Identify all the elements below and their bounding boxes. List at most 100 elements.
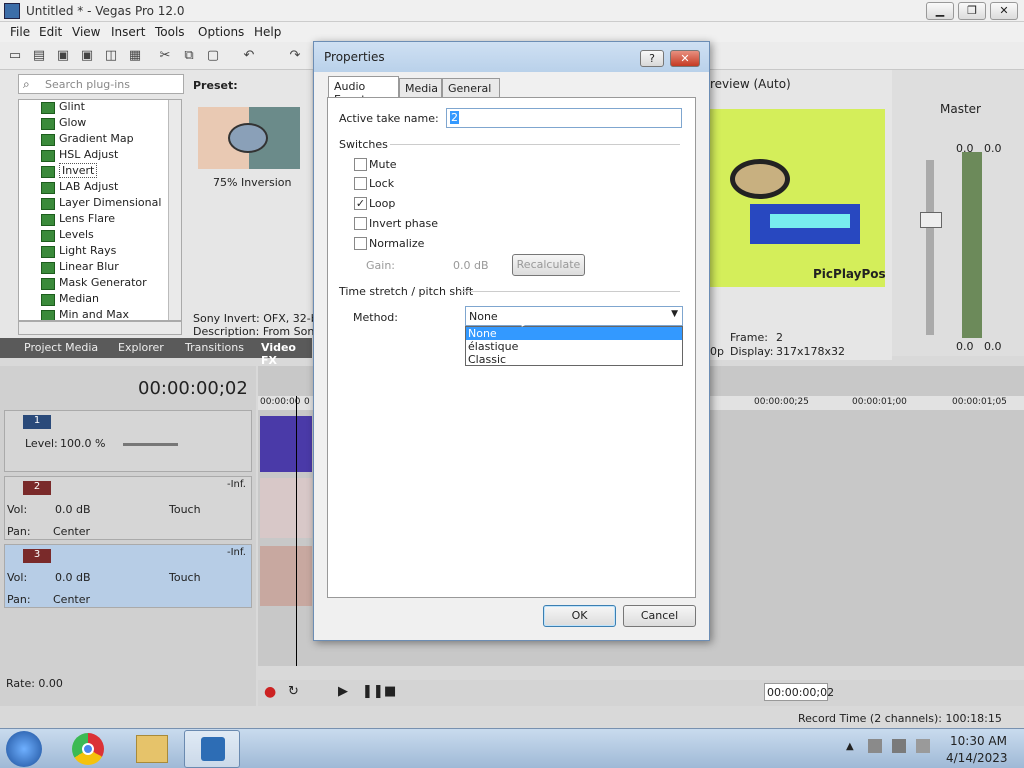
list-item[interactable]: Levels	[41, 228, 94, 244]
list-item[interactable]: Median	[41, 292, 99, 308]
audio-track-3[interactable]: 3 Vol: 0.0 dB Pan: Center Touch -Inf.	[4, 544, 252, 608]
ok-button[interactable]: OK	[543, 605, 616, 627]
preset-label: Preset:	[193, 79, 238, 92]
new-icon[interactable]: ▭	[6, 47, 24, 65]
copy-icon[interactable]: ⧉	[180, 47, 198, 65]
clock-date[interactable]: 4/14/2023	[946, 751, 1008, 765]
vegas-taskbar-button[interactable]	[184, 730, 240, 768]
network-icon[interactable]	[892, 739, 906, 753]
cut-icon[interactable]: ✂	[156, 47, 174, 65]
clock-time[interactable]: 10:30 AM	[950, 734, 1007, 748]
playhead[interactable]	[296, 396, 297, 666]
tab-transitions[interactable]: Transitions	[185, 341, 244, 354]
minimize-button[interactable]: ▁	[926, 2, 954, 20]
audio-clip[interactable]	[260, 546, 312, 606]
menu-tools[interactable]: Tools	[155, 25, 185, 39]
dropdown-option-none[interactable]: None	[466, 327, 682, 340]
dialog-close-button[interactable]: ✕	[670, 50, 700, 67]
plugin-hscrollbar[interactable]	[18, 321, 182, 335]
list-item[interactable]: Light Rays	[41, 244, 116, 260]
list-item[interactable]: Gradient Map	[41, 132, 134, 148]
audio-track-2[interactable]: 2 Vol: 0.0 dB Pan: Center Touch -Inf.	[4, 476, 252, 540]
automation-mode[interactable]: Touch	[169, 571, 201, 584]
list-item[interactable]: Linear Blur	[41, 260, 119, 276]
chrome-icon[interactable]	[72, 733, 104, 765]
vegas-app-icon	[4, 3, 20, 19]
show-hidden-icons[interactable]: ▲	[846, 741, 854, 752]
method-selected-value: None	[469, 310, 498, 323]
list-item-selected[interactable]: Invert	[41, 163, 98, 180]
take-name-input[interactable]: 2	[446, 108, 682, 128]
preview-quality[interactable]: review (Auto)	[710, 77, 791, 91]
volume-icon[interactable]	[916, 739, 930, 753]
dropdown-option-elastique[interactable]: élastique	[466, 340, 682, 353]
tab-audio-event[interactable]: Audio Event	[328, 76, 399, 106]
record-icon[interactable]: ●	[264, 684, 276, 700]
plugin-list[interactable]: Glint Glow Gradient Map HSL Adjust Inver…	[18, 99, 182, 321]
video-clip[interactable]	[260, 416, 312, 472]
menu-help[interactable]: Help	[254, 25, 281, 39]
tab-video-fx[interactable]: Video FX	[261, 341, 312, 367]
level-slider[interactable]	[123, 443, 178, 446]
audio-clip[interactable]	[260, 478, 312, 538]
loop-icon[interactable]: ↻	[288, 684, 299, 699]
recalculate-button[interactable]: Recalculate	[512, 254, 585, 276]
display-value: 317x178x32	[776, 345, 846, 358]
maximize-button[interactable]: ❐	[958, 2, 986, 20]
lock-checkbox[interactable]	[354, 177, 367, 190]
close-window-button[interactable]: ✕	[990, 2, 1018, 20]
take-name-label: Active take name:	[339, 112, 439, 125]
plugin-icon	[41, 278, 55, 290]
list-item[interactable]: LAB Adjust	[41, 180, 118, 196]
invert-phase-checkbox[interactable]	[354, 217, 367, 230]
video-track-1[interactable]: 1 Level: 100.0 %	[4, 410, 252, 472]
plugin-list-scrollbar[interactable]	[168, 100, 181, 320]
menu-edit[interactable]: Edit	[39, 25, 62, 39]
redo-icon[interactable]: ↷	[286, 47, 304, 65]
list-item[interactable]: Glow	[41, 116, 86, 132]
normalize-checkbox[interactable]	[354, 237, 367, 250]
preview-p: 0p	[710, 345, 724, 358]
list-item[interactable]: Min and Max	[41, 308, 129, 320]
master-fader[interactable]	[920, 212, 942, 228]
action-center-icon[interactable]	[868, 739, 882, 753]
mute-checkbox[interactable]	[354, 158, 367, 171]
tab-project-media[interactable]: Project Media	[24, 341, 98, 354]
properties-icon[interactable]: ▦	[126, 47, 144, 65]
tab-explorer[interactable]: Explorer	[118, 341, 164, 354]
open-icon[interactable]: ▤	[30, 47, 48, 65]
list-item[interactable]: Lens Flare	[41, 212, 115, 228]
method-select[interactable]: None ▼	[465, 306, 683, 326]
undo-icon[interactable]: ↶	[240, 47, 258, 65]
menu-file[interactable]: File	[10, 25, 30, 39]
stop-icon[interactable]: ■	[384, 684, 396, 699]
list-item[interactable]: Mask Generator	[41, 276, 147, 292]
cancel-button[interactable]: Cancel	[623, 605, 696, 627]
transport-timecode[interactable]: 00:00:00;02	[764, 683, 834, 701]
save-as-icon[interactable]: ▣	[78, 47, 96, 65]
loop-checkbox[interactable]: ✓	[354, 197, 367, 210]
dropdown-option-classic[interactable]: Classic	[466, 353, 682, 366]
menu-view[interactable]: View	[72, 25, 100, 39]
list-item[interactable]: Glint	[41, 100, 85, 116]
level-label: Level:	[25, 437, 58, 450]
tab-media[interactable]: Media	[399, 78, 442, 98]
list-item[interactable]: Layer Dimensional	[41, 196, 161, 212]
paste-icon[interactable]: ▢	[204, 47, 222, 65]
render-icon[interactable]: ◫	[102, 47, 120, 65]
list-item[interactable]: HSL Adjust	[41, 148, 118, 164]
automation-mode[interactable]: Touch	[169, 503, 201, 516]
tab-general[interactable]: General	[442, 78, 500, 98]
menu-options[interactable]: Options	[198, 25, 244, 39]
plugin-description-2: Description: From Sony C	[193, 325, 332, 338]
help-button[interactable]: ?	[640, 50, 664, 67]
play-icon[interactable]: ▶	[338, 684, 348, 699]
save-icon[interactable]: ▣	[54, 47, 72, 65]
plugin-icon	[41, 182, 55, 194]
preset-thumbnail[interactable]	[198, 107, 300, 169]
search-input[interactable]: ⌕ Search plug-ins	[18, 74, 184, 94]
explorer-icon[interactable]	[136, 735, 168, 763]
menu-insert[interactable]: Insert	[111, 25, 145, 39]
start-button[interactable]	[6, 731, 42, 767]
pause-icon[interactable]: ❚❚	[362, 684, 384, 699]
